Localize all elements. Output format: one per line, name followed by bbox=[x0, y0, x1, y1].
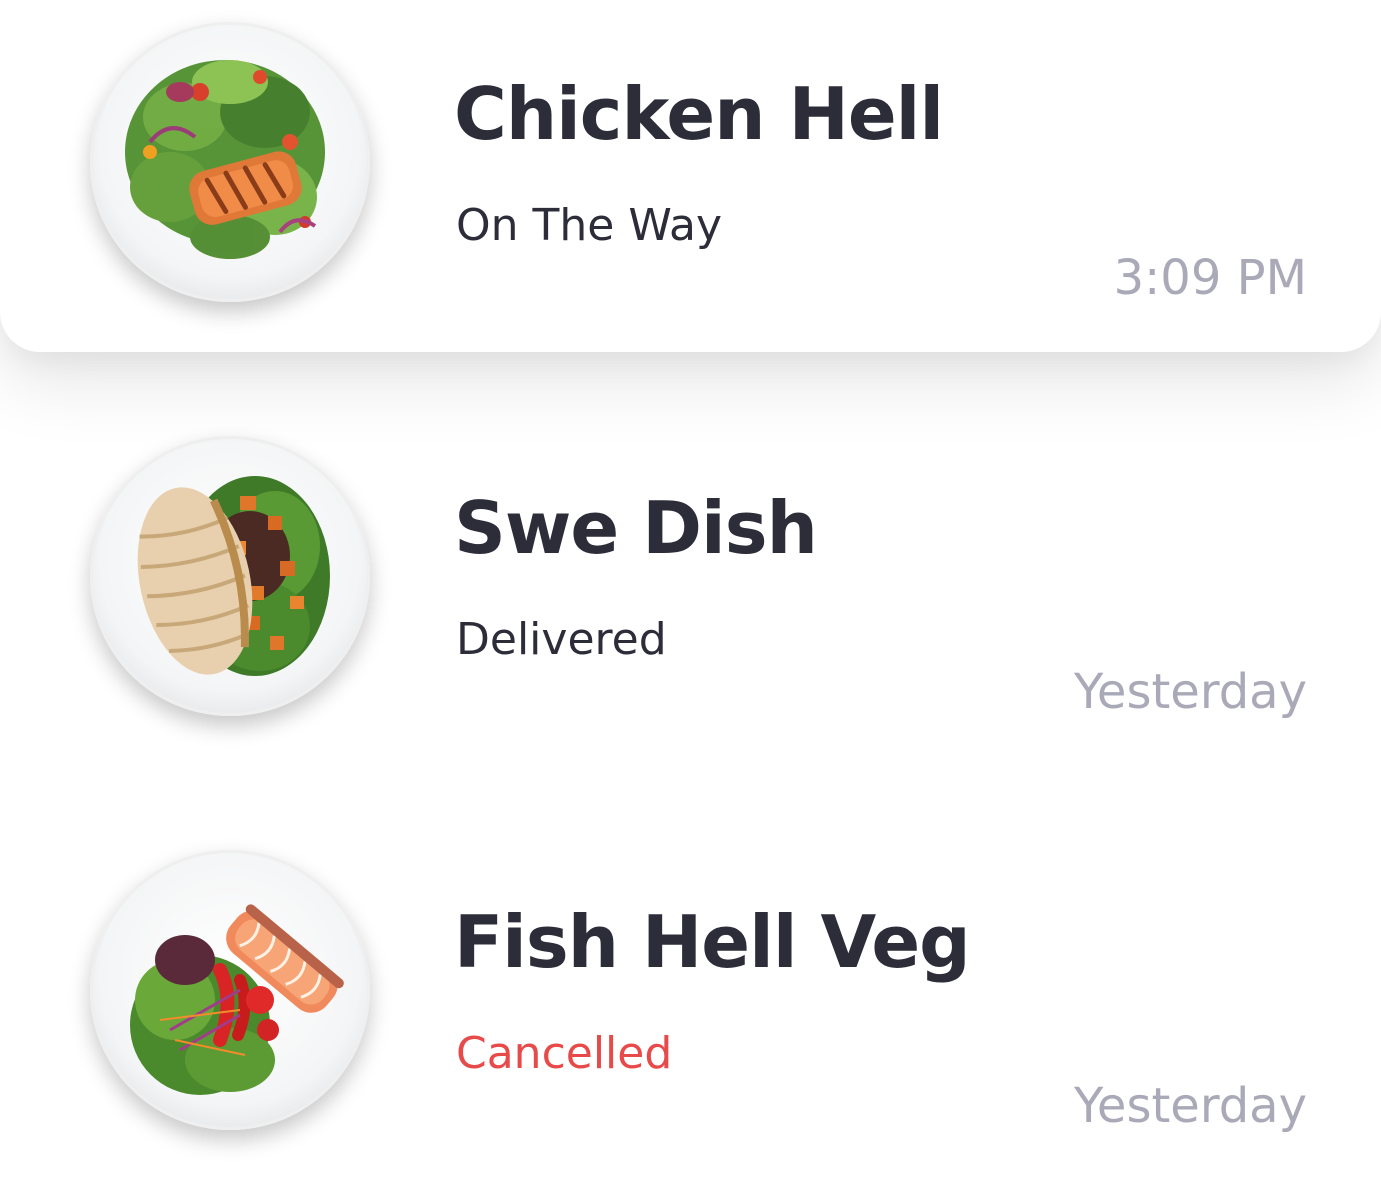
order-item-chicken-hell[interactable]: Chicken Hell On The Way 3:09 PM bbox=[0, 0, 1381, 352]
order-status: Delivered bbox=[456, 614, 667, 665]
order-time: 3:09 PM bbox=[1113, 250, 1307, 306]
order-time: Yesterday bbox=[1073, 1078, 1307, 1134]
order-item-swe-dish[interactable]: Swe Dish Delivered Yesterday bbox=[0, 414, 1381, 766]
order-time: Yesterday bbox=[1073, 664, 1307, 720]
food-plate-icon bbox=[90, 22, 370, 302]
order-name: Swe Dish bbox=[454, 486, 818, 570]
order-item-fish-hell-veg[interactable]: Fish Hell Veg Cancelled Yesterday bbox=[0, 828, 1381, 1180]
food-plate-icon bbox=[90, 850, 370, 1130]
order-list: Chicken Hell On The Way 3:09 PM Swe Dish… bbox=[0, 0, 1381, 1180]
order-status: On The Way bbox=[456, 200, 723, 251]
order-name: Fish Hell Veg bbox=[454, 900, 971, 984]
food-plate-icon bbox=[90, 436, 370, 716]
order-name: Chicken Hell bbox=[454, 72, 944, 156]
order-status: Cancelled bbox=[456, 1028, 673, 1079]
